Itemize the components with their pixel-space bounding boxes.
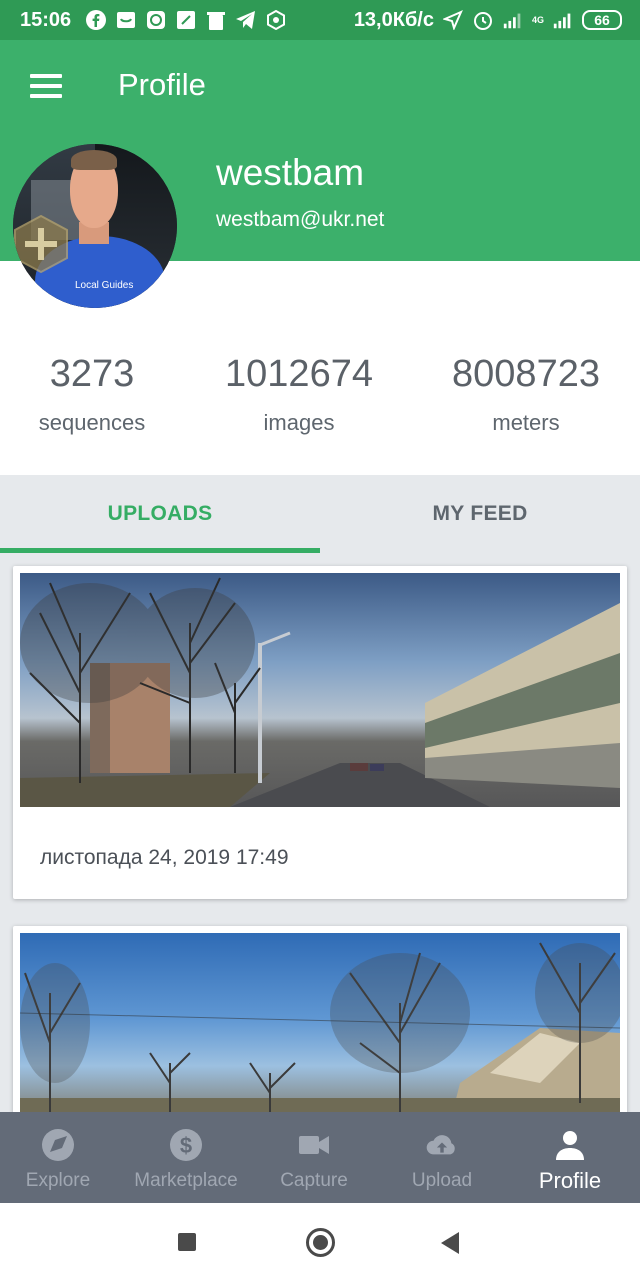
app-icon (145, 9, 167, 31)
vpn-icon (265, 9, 287, 31)
upload-date: листопада 24, 2019 17:49 (40, 846, 289, 869)
facebook-icon (85, 9, 107, 31)
add-photo-icon[interactable] (13, 214, 69, 274)
stat-label: meters (492, 410, 560, 435)
nav-upload[interactable]: Upload (378, 1112, 506, 1203)
stat-label: images (263, 410, 335, 435)
bottom-navigation: Explore $ Marketplace Capture Upload Pro… (0, 1112, 640, 1203)
person-icon (553, 1128, 587, 1162)
battery-level: 66 (594, 12, 610, 28)
nav-label: Capture (280, 1170, 348, 1191)
signal-4g-icon (552, 9, 574, 31)
upload-photo[interactable] (20, 573, 620, 807)
nav-label: Explore (25, 1170, 91, 1191)
cloud-upload-icon (425, 1128, 459, 1162)
home-icon[interactable] (306, 1228, 335, 1257)
back-icon[interactable] (441, 1232, 459, 1254)
location-icon (442, 9, 464, 31)
upload-card[interactable]: листопада 24, 2019 17:49 (13, 566, 627, 899)
upload-photo[interactable] (20, 933, 620, 1123)
tab-uploads[interactable]: UPLOADS (0, 475, 320, 553)
stat-label: sequences (38, 410, 146, 435)
stat-sequences: 3273 sequences (22, 353, 162, 436)
nav-marketplace[interactable]: $ Marketplace (122, 1112, 250, 1203)
nav-profile[interactable]: Profile (506, 1112, 634, 1203)
stat-value: 8008723 (452, 353, 600, 395)
svg-text:$: $ (180, 1133, 192, 1158)
dollar-icon: $ (169, 1128, 203, 1162)
tab-indicator (0, 548, 320, 553)
trash-icon (205, 9, 227, 31)
stat-images: 1012674 images (210, 353, 388, 436)
tab-my-feed[interactable]: MY FEED (320, 475, 640, 553)
menu-icon[interactable] (30, 74, 62, 98)
alarm-icon (472, 9, 494, 31)
telegram-icon (235, 9, 257, 31)
stat-value: 3273 (49, 353, 135, 395)
inbox-icon (115, 9, 137, 31)
profile-tabs: UPLOADS MY FEED (0, 475, 640, 553)
camera-icon (297, 1128, 331, 1162)
network-speed: 13,0Кб/с (353, 8, 434, 31)
status-time: 15:06 (20, 8, 72, 31)
upload-card[interactable] (13, 926, 627, 1126)
stat-value: 1012674 (225, 353, 373, 395)
nav-explore[interactable]: Explore (0, 1112, 122, 1203)
page-title: Profile (118, 67, 206, 102)
nav-label: Marketplace (134, 1170, 238, 1191)
maps-icon (175, 9, 197, 31)
avatar[interactable]: Local Guides (13, 144, 177, 308)
nav-label: Profile (538, 1168, 602, 1193)
stat-meters: 8008723 meters (436, 353, 616, 436)
system-navigation (0, 1203, 640, 1280)
battery-indicator: 66 (582, 10, 622, 30)
nav-capture[interactable]: Capture (250, 1112, 378, 1203)
signal-icon (502, 9, 524, 31)
avatar-shirt-text: Local Guides (75, 280, 134, 291)
profile-username: westbam (216, 152, 365, 193)
network-type: 4G (531, 14, 544, 25)
recents-icon[interactable] (178, 1233, 196, 1251)
profile-email: westbam@ukr.net (216, 208, 385, 231)
status-bar: 15:06 13,0Кб/с 4G 66 (0, 0, 640, 40)
compass-icon (41, 1128, 75, 1162)
nav-label: Upload (411, 1170, 473, 1191)
